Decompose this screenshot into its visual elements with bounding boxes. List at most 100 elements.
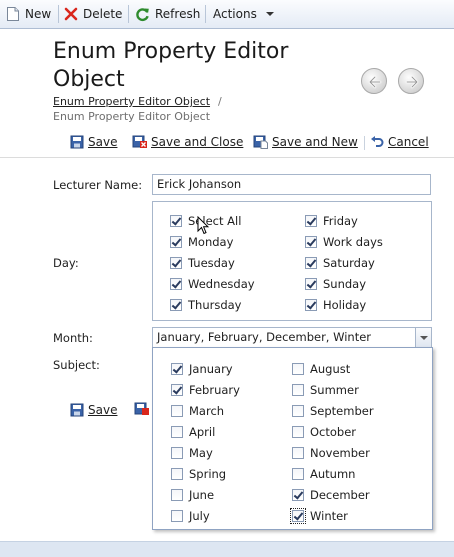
floppy-save-icon [70,403,84,417]
month-option-label: Winter [310,509,348,523]
day-option-friday[interactable]: Friday [305,214,358,228]
month-option-label: April [189,425,216,439]
month-option-may[interactable]: May [171,446,213,460]
save-and-new-label: Save and New [272,135,358,149]
next-record-button[interactable] [398,68,424,94]
day-checkbox[interactable] [170,278,182,290]
cancel-label: Cancel [388,135,429,149]
month-option-november[interactable]: November [292,446,370,460]
day-checkbox[interactable] [170,236,182,248]
day-checkbox[interactable] [305,215,317,227]
month-option-december[interactable]: December [292,488,370,502]
month-option-label: September [310,404,374,418]
month-option-label: Summer [310,383,359,397]
month-checkbox[interactable] [292,468,304,480]
footer-bar [0,541,454,557]
new-button[interactable]: New [6,0,51,28]
month-checkbox[interactable] [171,468,183,480]
month-option-label: November [310,446,370,460]
day-option-tuesday[interactable]: Tuesday [170,256,235,270]
cancel-button[interactable]: Cancel [370,135,429,149]
day-option-holiday[interactable]: Holiday [305,298,366,312]
day-checkbox[interactable] [170,299,182,311]
month-checkbox[interactable] [171,489,183,501]
month-option-winter[interactable]: Winter [290,508,348,524]
day-option-monday[interactable]: Monday [170,235,233,249]
month-option-august[interactable]: August [292,362,350,376]
month-option-october[interactable]: October [292,425,356,439]
day-option-label: Monday [188,235,234,249]
dropdown-arrow-icon[interactable] [415,328,431,347]
month-option-april[interactable]: April [171,425,215,439]
day-checkbox[interactable] [305,278,317,290]
month-option-spring[interactable]: Spring [171,467,226,481]
month-option-june[interactable]: June [171,488,214,502]
month-combobox[interactable]: January, February, December, Winter [152,327,432,348]
day-option-wednesday[interactable]: Wednesday [170,277,255,291]
day-option-work-days[interactable]: Work days [305,235,383,249]
save-button[interactable]: Save [70,135,117,149]
month-checkbox[interactable] [292,384,304,396]
day-option-label: Work days [323,235,383,249]
month-checkbox[interactable] [171,384,183,396]
month-option-label: August [310,362,351,376]
month-option-march[interactable]: March [171,404,224,418]
actions-menu-button[interactable]: Actions [213,0,274,28]
month-option-label: December [310,488,370,502]
lecturer-name-input[interactable]: Erick Johanson [152,174,431,195]
month-option-january[interactable]: January [171,362,233,376]
month-checkbox[interactable] [292,405,304,417]
breadcrumb-separator: / [218,95,222,108]
refresh-icon [136,7,149,21]
save-new-icon [253,135,268,149]
month-checkbox[interactable] [292,426,304,438]
day-checkbox[interactable] [305,257,317,269]
toolbar: New Delete Refresh Actions [0,0,454,29]
previous-record-button[interactable] [361,68,387,94]
month-option-september[interactable]: September [292,404,374,418]
refresh-label: Refresh [155,7,201,21]
month-label: Month: [53,331,93,345]
day-option-label: Friday [323,214,358,228]
refresh-button[interactable]: Refresh [135,0,200,28]
lecturer-name-label: Lecturer Name: [53,178,143,192]
save-and-close-label: Save and Close [151,135,244,149]
month-option-february[interactable]: February [171,383,240,397]
save-and-new-button[interactable]: Save and New [253,135,358,149]
month-option-july[interactable]: July [171,509,210,523]
toolbar-separator [205,5,206,23]
month-checkbox[interactable] [292,363,304,375]
toolbar-separator [58,5,59,23]
day-option-thursday[interactable]: Thursday [170,298,241,312]
mouse-cursor-icon [197,216,209,235]
day-checkbox[interactable] [170,257,182,269]
month-checkbox[interactable] [171,447,183,459]
month-checkbox[interactable] [171,405,183,417]
bottom-save-button[interactable]: Save [70,403,117,417]
month-option-autumn[interactable]: Autumn [292,467,355,481]
month-checkbox[interactable] [171,510,183,522]
breadcrumb-link[interactable]: Enum Property Editor Object [53,95,210,108]
day-checkbox[interactable] [305,299,317,311]
day-option-sunday[interactable]: Sunday [305,277,366,291]
save-and-close-button[interactable]: Save and Close [132,135,243,149]
month-option-label: January [189,362,233,376]
save-close-icon[interactable] [134,402,149,416]
month-option-label: Autumn [310,467,356,481]
delete-label: Delete [83,7,123,21]
month-checkbox[interactable] [171,363,183,375]
day-checkbox[interactable] [305,236,317,248]
month-checkbox[interactable] [290,508,306,524]
month-checkbox[interactable] [171,426,183,438]
month-checkbox[interactable] [292,489,304,501]
month-checkbox[interactable] [292,447,304,459]
delete-x-icon [64,7,78,21]
day-option-label: Sunday [323,277,367,291]
day-checkbox-list: Select All Monday Tuesday Wednesday Thur… [152,201,432,321]
delete-button[interactable]: Delete [64,0,122,28]
day-checkbox[interactable] [170,215,182,227]
month-option-summer[interactable]: Summer [292,383,359,397]
month-option-label: July [189,509,210,523]
arrow-right-icon [405,75,419,89]
day-option-saturday[interactable]: Saturday [305,256,375,270]
